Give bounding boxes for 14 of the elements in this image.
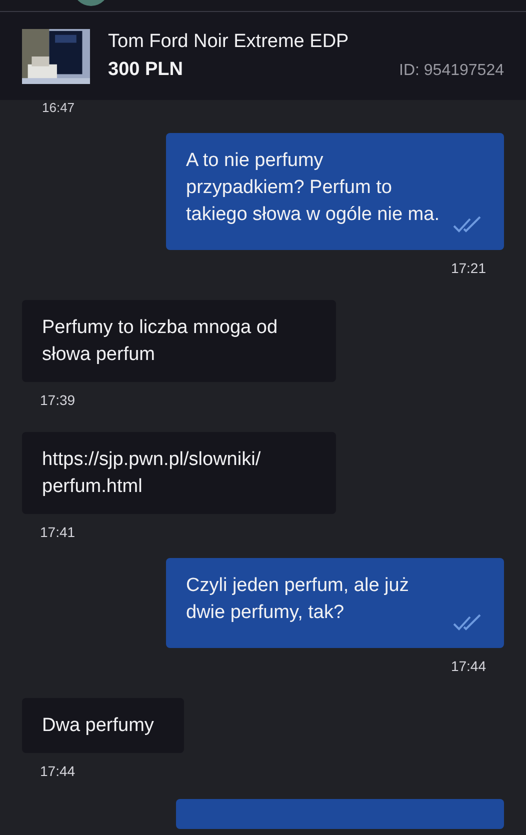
message-text: A to nie perfumy przypadkiem? Perfum to takiego słowa w ogóle nie ma. <box>186 149 440 227</box>
message-time: 17:39 <box>40 392 76 408</box>
message-time: 17:21 <box>450 260 486 276</box>
message-time: 16:47 <box>42 100 76 115</box>
message-time: 17:41 <box>40 524 76 540</box>
message-time: 17:44 <box>450 658 486 674</box>
message-text: Czyli jeden perfum, ale już dwie perfumy, tak? <box>186 574 410 625</box>
message-time: 17:44 <box>40 763 76 779</box>
message-text: https://sjp.pwn.pl/slowniki/ perfum.html <box>42 448 262 499</box>
message-text: Dwa perfumy <box>42 714 154 738</box>
listing-id: ID: 954197524 <box>399 62 504 80</box>
message-text: Perfumy to liczba mnoga od słowa perfum <box>42 316 279 367</box>
listing-title: Tom Ford Noir Extreme EDP <box>108 31 350 53</box>
listing-price: 300 PLN <box>108 59 183 81</box>
